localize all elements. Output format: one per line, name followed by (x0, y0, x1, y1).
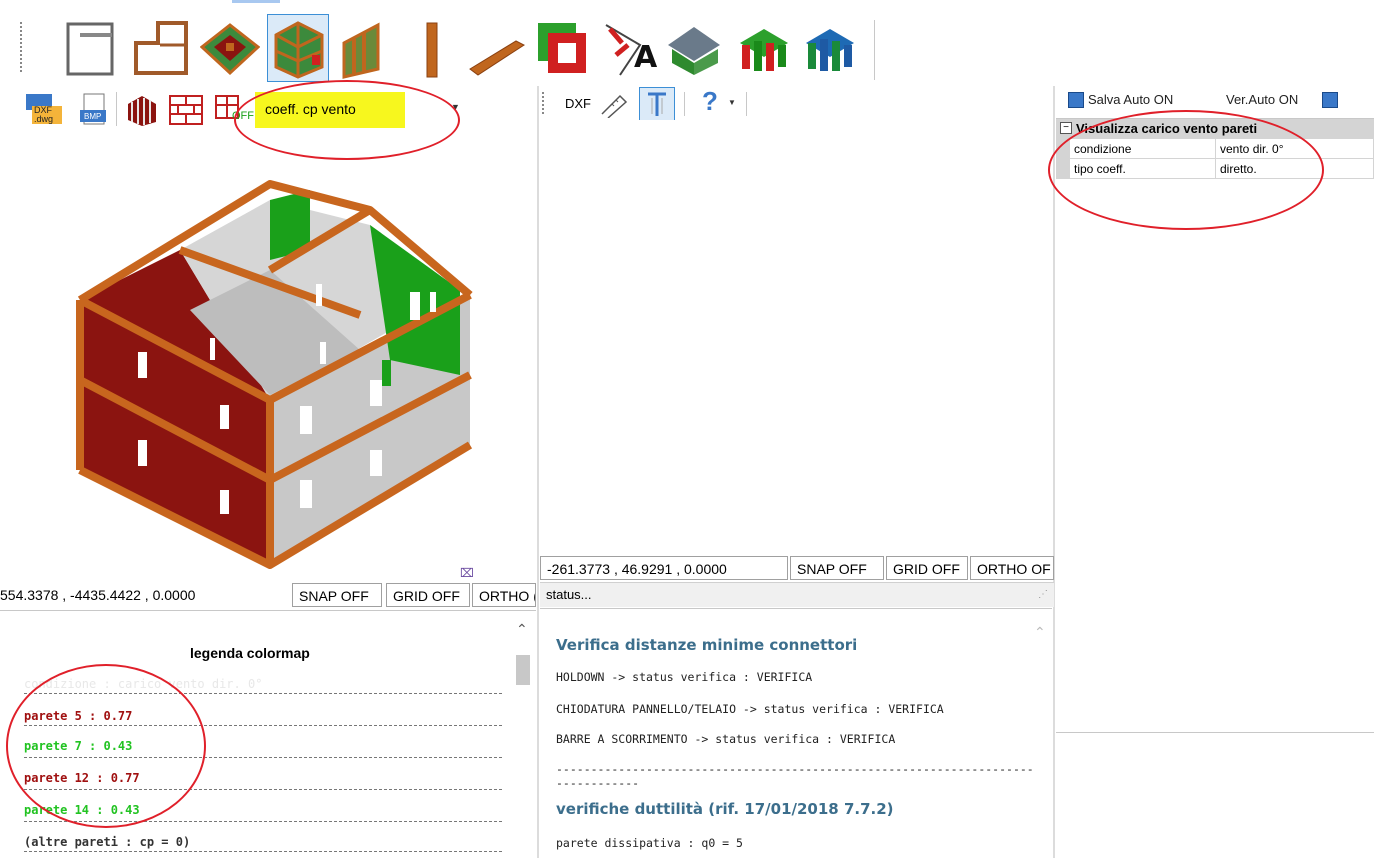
mid-ortho-toggle[interactable]: ORTHO OF (970, 556, 1054, 580)
dxf-dwg-import-button[interactable]: DXF .dwg (24, 92, 64, 126)
opening-icon[interactable] (534, 15, 594, 81)
resize-grip-icon[interactable]: ⋰ (1038, 589, 1048, 600)
annotation-circle-legend (6, 664, 206, 828)
mid-toolbar-end-separator (746, 92, 747, 116)
viewport-axis-icon: ⌧ (460, 566, 474, 580)
report-line: parete dissipativa : q0 = 5 (556, 836, 743, 850)
scroll-up-icon[interactable]: ⌃ (1034, 624, 1046, 641)
status-text: status... (546, 587, 592, 602)
panel-divider-left-mid[interactable] (537, 86, 539, 858)
dxf-button[interactable]: DXF (565, 96, 591, 111)
window-green (382, 360, 391, 386)
report-line: CHIODATURA PANNELLO/TELAIO -> status ver… (556, 702, 944, 716)
left-ortho-toggle[interactable]: ORTHO ( (472, 583, 536, 607)
left-toolbar-separator (116, 92, 117, 126)
collapse-icon[interactable]: − (1060, 122, 1072, 134)
brick-wall-3d-icon[interactable] (124, 92, 160, 126)
floor-panel-3d-icon[interactable] (199, 15, 261, 81)
post-icon[interactable] (404, 15, 464, 81)
dxf-dwg-label: DXF .dwg (34, 105, 54, 124)
help-icon[interactable]: ? (702, 86, 718, 117)
room-outline-icon[interactable] (130, 15, 190, 81)
scroll-thumb[interactable] (516, 655, 530, 685)
walls-colored-icon[interactable] (734, 15, 794, 81)
annotation-circle-dropdown (234, 80, 460, 160)
left-snap-toggle[interactable]: SNAP OFF (292, 583, 382, 607)
selected-tab-marker (232, 0, 280, 3)
report-dashes: ----------------------------------------… (556, 762, 1034, 776)
help-dropdown-chevron-icon[interactable]: ▼ (728, 98, 736, 107)
left-grid-toggle[interactable]: GRID OFF (386, 583, 470, 607)
brick-grid-icon[interactable] (168, 92, 204, 126)
load-annotation-icon[interactable]: A (600, 15, 660, 81)
legend-title: legenda colormap (190, 645, 310, 661)
save-disk-icon[interactable] (1068, 92, 1084, 108)
report-heading-ductility: verifiche duttilità (rif. 17/01/2018 7.7… (556, 800, 894, 818)
mid-toolbar-separator (684, 92, 685, 116)
panel-divider-mid-right[interactable] (1053, 86, 1055, 858)
mid-toolbar-grip (542, 92, 547, 114)
main-toolbar: A (0, 0, 1374, 86)
status-strip: status... ⋰ (540, 582, 1054, 607)
bmp-label: BMP (84, 112, 102, 121)
report-line: HOLDOWN -> status verifica : VERIFICA (556, 670, 813, 684)
text-tool-button[interactable] (639, 87, 675, 121)
connectors-icon[interactable] (800, 15, 860, 81)
frame-3d-icon[interactable] (267, 14, 329, 82)
ver-auto-button[interactable]: Ver.Auto ON (1226, 92, 1298, 107)
building-3d-model[interactable] (60, 170, 480, 570)
legend-divider (24, 851, 502, 852)
legend-footer: (altre pareti : cp = 0) (24, 835, 191, 849)
mid-toolbar: DXF ? ▼ (538, 86, 1054, 122)
beam-icon[interactable] (466, 15, 526, 81)
measure-icon[interactable] (598, 90, 628, 119)
toolbar-end-separator (874, 20, 875, 80)
wall-outline-icon[interactable] (62, 15, 122, 81)
left-coords: 554.3378 , -4435.4422 , 0.0000 (0, 587, 196, 603)
svg-text:A: A (634, 40, 658, 75)
roof-house-icon[interactable] (664, 15, 724, 81)
right-bottom-panel (1056, 732, 1374, 859)
scroll-up-icon[interactable]: ⌃ (516, 621, 528, 638)
salva-auto-button[interactable]: Salva Auto ON (1088, 92, 1173, 107)
mid-coords: -261.3773 , 46.9291 , 0.0000 (540, 556, 788, 580)
report-scrollbar[interactable]: ⌃ (1030, 624, 1050, 858)
mid-viewport[interactable] (538, 120, 1055, 556)
report-line: BARRE A SCORRIMENTO -> status verifica :… (556, 732, 896, 746)
toolbar-grip (20, 22, 32, 72)
save-alt-disk-icon[interactable] (1322, 92, 1338, 108)
wall-studs-icon[interactable] (336, 15, 396, 81)
mid-snap-toggle[interactable]: SNAP OFF (790, 556, 884, 580)
annotation-circle-properties (1048, 110, 1324, 230)
bmp-export-button[interactable]: BMP (78, 92, 108, 126)
legend-scrollbar[interactable]: ⌃ (514, 621, 532, 859)
report-dashes: ------------ (556, 776, 640, 790)
mid-grid-toggle[interactable]: GRID OFF (886, 556, 968, 580)
report-heading-connectors: Verifica distanze minime connettori (556, 636, 858, 654)
